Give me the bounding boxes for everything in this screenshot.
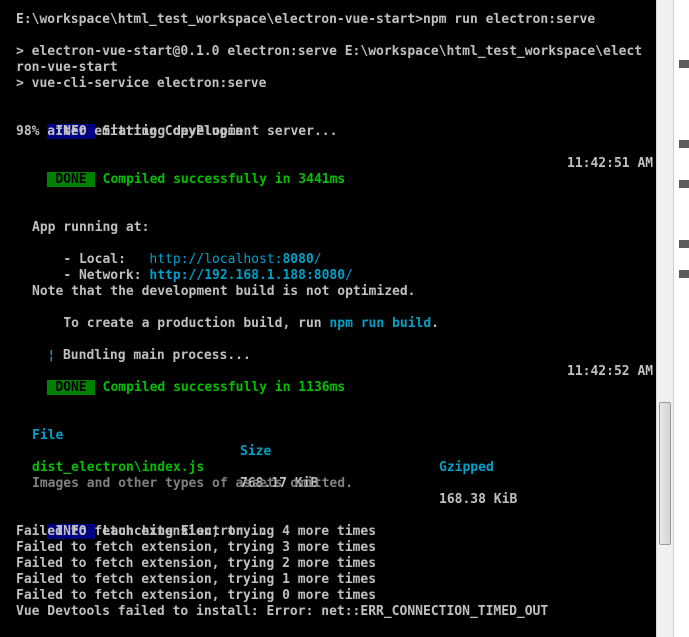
header-gzipped: Gzipped bbox=[439, 460, 494, 475]
production-build-line: To create a production build, run npm ru… bbox=[32, 300, 439, 331]
compiled-text: Compiled successfully in 3441ms bbox=[102, 172, 346, 187]
network-label: - Network: bbox=[63, 268, 150, 283]
compiled-text: Compiled successfully in 1136ms bbox=[102, 380, 346, 395]
network-url[interactable]: http://192.168.1.188: bbox=[149, 268, 313, 283]
network-port[interactable]: 8080 bbox=[314, 268, 345, 283]
background-text-fragment bbox=[679, 140, 689, 148]
done-line-1: DONE Compiled successfully in 3441ms 11:4… bbox=[16, 156, 656, 187]
background-text-fragment bbox=[679, 60, 689, 68]
app-running-label: App running at: bbox=[32, 220, 150, 235]
network-url-line: - Network: http://192.168.1.188:8080/ bbox=[32, 252, 353, 283]
fetch-failure-line: Failed to fetch extension, trying 0 more… bbox=[16, 588, 377, 603]
done-badge: DONE bbox=[47, 380, 95, 395]
table-row: dist_electron\index.js 768.17 KiB 168.38… bbox=[32, 444, 632, 507]
script-run-line-wrap: ron-vue-start bbox=[16, 60, 118, 75]
vertical-scrollbar[interactable] bbox=[656, 0, 673, 637]
asset-table-header: File Size Gzipped bbox=[32, 412, 632, 475]
fetch-failure-line: Failed to fetch extension, trying 3 more… bbox=[16, 540, 377, 555]
done-line-2: DONE Compiled successfully in 1136ms 11:4… bbox=[16, 364, 656, 395]
spinner-icon: ¦ bbox=[47, 348, 56, 363]
assets-omitted-note: Images and other types of assets omitted… bbox=[32, 476, 353, 491]
script-run-line: > electron-vue-start@0.1.0 electron:serv… bbox=[16, 44, 643, 59]
network-url-slash[interactable]: / bbox=[345, 268, 353, 283]
background-window-edge[interactable] bbox=[673, 0, 689, 637]
row-gzipped: 168.38 KiB bbox=[439, 492, 518, 507]
fetch-failure-line: Failed to fetch extension, trying 4 more… bbox=[16, 524, 377, 539]
production-text: To create a production build, run bbox=[63, 316, 330, 331]
terminal-output[interactable]: E:\workspace\html_test_workspace\electro… bbox=[0, 0, 656, 637]
bundling-line: ¦ Bundling main process... bbox=[16, 332, 251, 363]
command-line: E:\workspace\html_test_workspace\electro… bbox=[16, 12, 596, 27]
script-command-line: > vue-cli-service electron:serve bbox=[16, 76, 267, 91]
bundling-text: Bundling main process... bbox=[55, 348, 251, 363]
fetch-failure-line: Failed to fetch extension, trying 1 more… bbox=[16, 572, 377, 587]
row-file: dist_electron\index.js bbox=[32, 460, 205, 475]
devtools-error-line: Vue Devtools failed to install: Error: n… bbox=[16, 604, 549, 619]
build-command: npm run build bbox=[329, 316, 432, 331]
info-line-launching: INFO Launching Electron... bbox=[16, 508, 267, 539]
note-line: Note that the development build is not o… bbox=[32, 284, 416, 299]
background-text-fragment bbox=[679, 180, 689, 188]
background-text-fragment bbox=[679, 240, 689, 248]
progress-line: 98% after emitting CopyPlugin bbox=[16, 124, 243, 139]
header-file: File bbox=[32, 428, 64, 443]
scrollbar-thumb[interactable] bbox=[659, 402, 671, 545]
done-badge: DONE bbox=[47, 172, 95, 187]
background-text-fragment bbox=[679, 270, 689, 278]
timestamp: 11:42:51 AM bbox=[567, 156, 654, 171]
info-line-starting: INFO Starting development server... bbox=[16, 108, 337, 139]
local-url-line: - Local: http://localhost:8080/ bbox=[32, 236, 321, 267]
period: . bbox=[431, 316, 439, 331]
timestamp: 11:42:52 AM bbox=[567, 364, 654, 379]
fetch-failure-line: Failed to fetch extension, trying 2 more… bbox=[16, 556, 377, 571]
